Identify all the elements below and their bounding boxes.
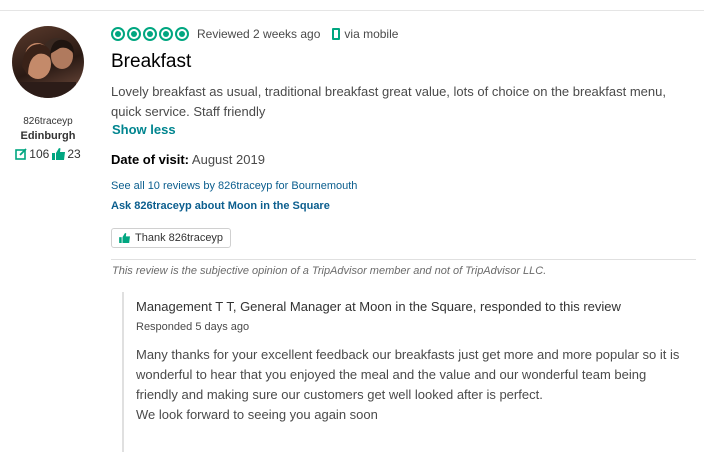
avatar[interactable]	[12, 26, 84, 98]
helpful-votes-count: 23	[52, 147, 81, 161]
review-text: Lovely breakfast as usual, traditional b…	[111, 84, 666, 119]
response-paragraph: Many thanks for your excellent feedback …	[136, 347, 680, 402]
date-of-visit: Date of visit: August 2019	[111, 152, 265, 167]
ask-reviewer-link[interactable]: Ask 826traceyp about Moon in the Square	[111, 200, 330, 212]
via-mobile-label: via mobile	[344, 27, 399, 41]
response-paragraph: We look forward to seeing you again soon	[136, 407, 378, 422]
date-of-visit-label: Date of visit:	[111, 152, 190, 167]
response-date: Responded 5 days ago	[136, 321, 250, 333]
management-response: Management T T, General Manager at Moon …	[122, 292, 698, 452]
date-of-visit-value: August 2019	[191, 152, 265, 167]
reviewer-location: Edinburgh	[20, 130, 76, 142]
see-all-reviews-link[interactable]: See all 10 reviews by 826traceyp for Bou…	[111, 180, 357, 192]
helpful-votes-value: 23	[67, 147, 81, 161]
thank-button[interactable]: Thank 826traceyp	[111, 228, 232, 248]
rating-bubble-icon	[143, 27, 157, 41]
response-text: Many thanks for your excellent feedback …	[136, 345, 681, 425]
thank-button-label: Thank 826traceyp	[135, 232, 224, 244]
top-divider	[0, 10, 704, 11]
thumbs-up-icon	[52, 148, 66, 160]
show-less-link[interactable]: Show less	[112, 122, 176, 137]
divider	[111, 259, 696, 260]
rating-bubble-icon	[159, 27, 173, 41]
reviewed-date: Reviewed 2 weeks ago	[197, 27, 321, 41]
rating-row: Reviewed 2 weeks ago via mobile	[111, 27, 398, 41]
via-mobile: via mobile	[332, 27, 398, 41]
contributions-count: 106	[15, 147, 49, 161]
mobile-phone-icon	[332, 28, 341, 40]
review-title[interactable]: Breakfast	[111, 51, 191, 73]
rating-bubble-icon	[127, 27, 141, 41]
review-disclaimer: This review is the subjective opinion of…	[112, 265, 547, 277]
rating-bubble-icon	[175, 27, 189, 41]
rating-bubble-icon	[111, 27, 125, 41]
reviewer-username[interactable]: 826traceyp	[0, 116, 96, 127]
contributions-icon	[15, 148, 27, 160]
response-header: Management T T, General Manager at Moon …	[136, 299, 621, 314]
rating-bubbles	[111, 27, 189, 41]
contributions-value: 106	[29, 147, 50, 161]
thumbs-up-icon	[119, 233, 130, 243]
reviewer-info: 826traceyp Edinburgh 106 23	[0, 26, 96, 161]
reviewer-stats: 106 23	[0, 147, 96, 161]
